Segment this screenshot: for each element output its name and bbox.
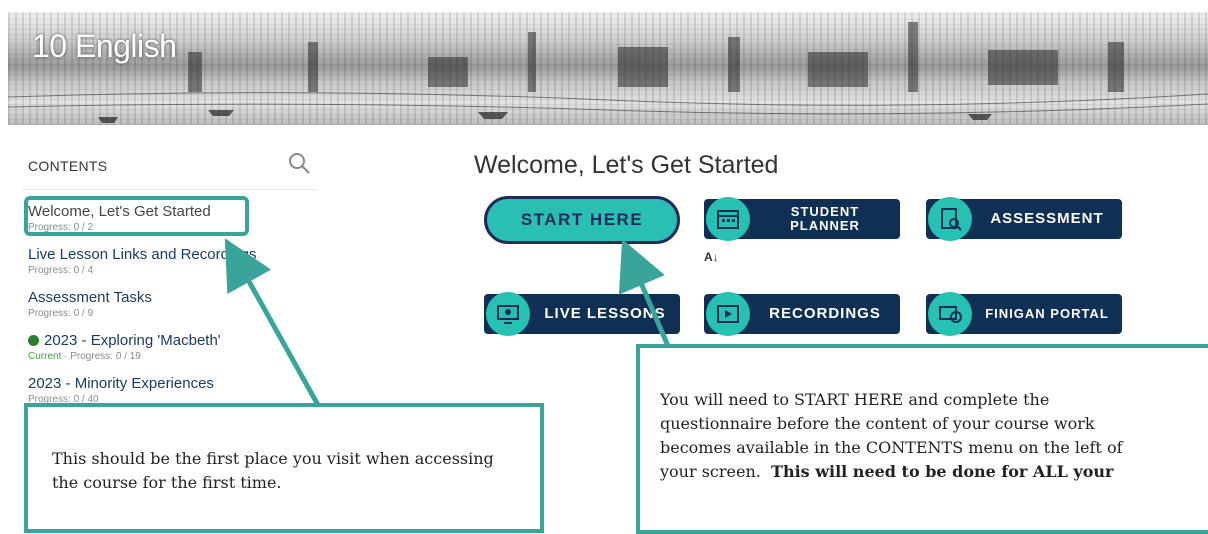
callout-line-1: You will need to START HERE and complete… xyxy=(660,390,1050,409)
live-lessons-icon xyxy=(486,292,530,336)
sidebar-item-label: 2023 - Minority Experiences xyxy=(28,375,214,392)
accessibility-text-icon[interactable]: A↓ xyxy=(704,250,719,264)
course-banner: 10 English xyxy=(8,12,1208,125)
sidebar-divider xyxy=(22,189,316,190)
callout-line-4: your screen. xyxy=(660,462,761,481)
finigan-portal-label: FINIGAN PORTAL xyxy=(985,306,1109,321)
callout-first-visit-text: This should be the first place you visit… xyxy=(52,449,494,492)
page-title: Welcome, Let's Get Started xyxy=(474,151,779,179)
recordings-label: RECORDINGS xyxy=(769,305,881,322)
assessment-icon xyxy=(928,197,972,241)
contents-heading: CONTENTS xyxy=(28,158,108,174)
callout-line-4-bold: This will need to be done for ALL your xyxy=(771,462,1114,481)
highlight-box-welcome xyxy=(24,196,249,236)
planner-label-line1: STUDENT xyxy=(790,204,860,219)
sidebar-item-progress: Progress: 0 / 19 xyxy=(70,351,141,362)
callout-line-3: becomes available in the CONTENTS menu o… xyxy=(660,438,1123,457)
sidebar-item-live-lessons[interactable]: Live Lesson Links and Recordings Progres… xyxy=(28,246,328,276)
current-status: Current xyxy=(28,351,62,362)
sidebar-item-progress: Progress: 0 / 4 xyxy=(28,265,94,276)
assessment-label: ASSESSMENT xyxy=(990,210,1104,227)
start-here-button[interactable]: START HERE xyxy=(484,196,680,244)
recordings-icon xyxy=(706,292,750,336)
search-icon[interactable] xyxy=(287,151,311,175)
sidebar-item-progress: Progress: 0 / 9 xyxy=(28,308,94,319)
city-engraving-illustration xyxy=(8,22,1208,123)
live-lessons-button[interactable]: LIVE LESSONS xyxy=(484,292,680,336)
sidebar-item-assessment-tasks[interactable]: Assessment Tasks Progress: 0 / 9 xyxy=(28,289,328,319)
live-lessons-label: LIVE LESSONS xyxy=(544,305,666,322)
sidebar-item-label: 2023 - Exploring 'Macbeth' xyxy=(44,332,221,349)
sidebar-item-minority-experiences[interactable]: 2023 - Minority Experiences Progress: 0 … xyxy=(28,375,328,405)
course-title: 10 English xyxy=(32,28,177,64)
sidebar-item-label: Live Lesson Links and Recordings xyxy=(28,246,257,263)
planner-icon xyxy=(706,197,750,241)
sidebar-item-label: Assessment Tasks xyxy=(28,289,152,306)
sidebar-item-macbeth[interactable]: 2023 - Exploring 'Macbeth' Current · Pro… xyxy=(28,332,328,362)
callout-start-here: You will need to START HERE and complete… xyxy=(636,344,1208,534)
callout-start-here-text: You will need to START HERE and complete… xyxy=(660,388,1208,484)
student-planner-button[interactable]: STUDENT PLANNER xyxy=(704,197,900,241)
portal-icon xyxy=(928,292,972,336)
planner-label-line2: PLANNER xyxy=(790,218,860,233)
assessment-button[interactable]: ASSESSMENT xyxy=(926,197,1122,241)
recordings-button[interactable]: RECORDINGS xyxy=(704,292,900,336)
current-indicator-icon xyxy=(28,335,39,346)
finigan-portal-button[interactable]: FINIGAN PORTAL xyxy=(926,292,1122,336)
callout-line-2: questionnaire before the content of your… xyxy=(660,414,1095,433)
